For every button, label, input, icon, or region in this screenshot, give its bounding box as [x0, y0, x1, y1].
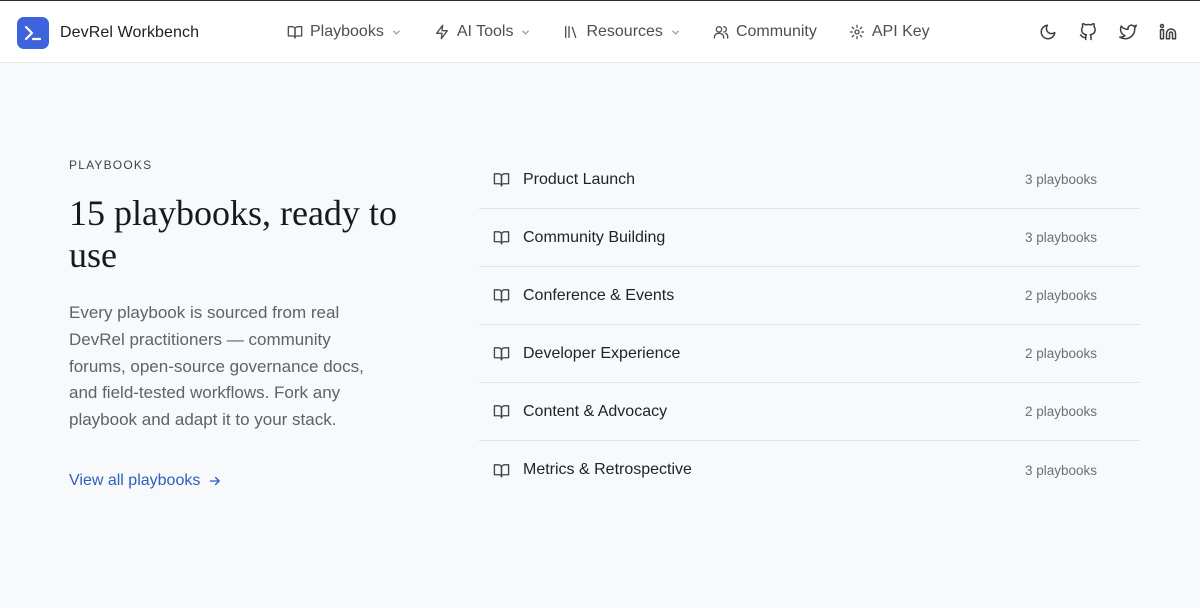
- nav-community[interactable]: Community: [713, 23, 817, 41]
- gear-icon: [849, 24, 865, 40]
- book-open-icon: [493, 403, 510, 420]
- arrow-right-icon: [210, 476, 221, 486]
- category-label: Product Launch: [523, 170, 636, 188]
- category-count: 2 playbooks: [1024, 404, 1097, 419]
- page-title: 15 playbooks, ready to use: [69, 193, 397, 275]
- category-label: Community Building: [523, 228, 666, 246]
- chevron-down-icon: [393, 30, 400, 34]
- library-icon: [565, 26, 577, 38]
- view-all-playbooks-link[interactable]: View all playbooks: [69, 472, 222, 490]
- nav-ai-tools[interactable]: AI Tools: [434, 23, 532, 41]
- nav-ai-tools-label: AI Tools: [456, 23, 514, 40]
- category-label: Metrics & Retrospective: [523, 461, 692, 478]
- chevron-down-icon: [672, 30, 679, 34]
- hero-section: PLAYBOOKS 15 playbooks, ready to use Eve…: [69, 158, 399, 490]
- app-name: DevRel Workbench: [60, 24, 200, 41]
- hero-description: Every playbook is sourced from real DevR…: [69, 303, 364, 430]
- book-open-icon: [493, 345, 510, 362]
- section-eyebrow: PLAYBOOKS: [69, 158, 153, 172]
- nav-community-label: Community: [735, 23, 817, 40]
- book-open-icon: [493, 462, 510, 479]
- brand-home-link[interactable]: DevRel Workbench: [17, 17, 199, 49]
- terminal-prompt-icon: [17, 17, 49, 49]
- playbook-category-list: Product Launch 3 playbooks Community Bui…: [479, 151, 1140, 499]
- github-icon: [1079, 23, 1096, 41]
- category-row-metrics-retrospective[interactable]: Metrics & Retrospective 3 playbooks: [479, 441, 1140, 499]
- category-row-product-launch[interactable]: Product Launch 3 playbooks: [479, 151, 1140, 209]
- twitter-icon: [1119, 24, 1137, 40]
- nav-resources[interactable]: Resources: [563, 23, 680, 41]
- book-open-icon: [493, 229, 510, 246]
- view-all-label: View all playbooks: [69, 471, 201, 489]
- nav-playbooks[interactable]: Playbooks: [287, 23, 402, 41]
- linkedin-icon: [1159, 23, 1177, 40]
- category-label: Content & Advocacy: [523, 402, 668, 420]
- github-link[interactable]: [1078, 22, 1098, 42]
- category-row-community-building[interactable]: Community Building 3 playbooks: [479, 209, 1140, 267]
- category-count: 2 playbooks: [1024, 346, 1097, 361]
- top-navbar: DevRel Workbench Playbooks AI Tools Reso…: [0, 1, 1200, 63]
- category-label: Conference & Events: [523, 286, 675, 304]
- twitter-link[interactable]: [1118, 22, 1138, 42]
- main-nav: Playbooks AI Tools Resources Community A…: [287, 1, 962, 63]
- category-row-developer-experience[interactable]: Developer Experience 2 playbooks: [479, 325, 1140, 383]
- category-count: 2 playbooks: [1024, 288, 1097, 303]
- nav-api-key[interactable]: API Key: [849, 23, 930, 41]
- book-open-icon: [493, 171, 510, 188]
- category-count: 3 playbooks: [1024, 172, 1097, 187]
- category-row-content-advocacy[interactable]: Content & Advocacy 2 playbooks: [479, 383, 1140, 441]
- chevron-down-icon: [522, 30, 530, 34]
- nav-resources-label: Resources: [586, 23, 663, 40]
- moon-icon: [1040, 24, 1056, 40]
- category-row-conference-events[interactable]: Conference & Events 2 playbooks: [479, 267, 1140, 325]
- book-open-icon: [493, 287, 510, 304]
- nav-playbooks-label: Playbooks: [310, 23, 384, 40]
- nav-api-key-label: API Key: [871, 23, 930, 40]
- book-open-icon: [287, 26, 303, 39]
- category-count: 3 playbooks: [1024, 230, 1097, 245]
- theme-toggle-button[interactable]: [1038, 22, 1058, 42]
- category-label: Developer Experience: [523, 344, 681, 362]
- category-count: 3 playbooks: [1024, 462, 1097, 478]
- header-actions: [1018, 1, 1178, 63]
- linkedin-link[interactable]: [1158, 22, 1178, 42]
- users-icon: [713, 26, 729, 39]
- lightning-icon: [435, 24, 448, 40]
